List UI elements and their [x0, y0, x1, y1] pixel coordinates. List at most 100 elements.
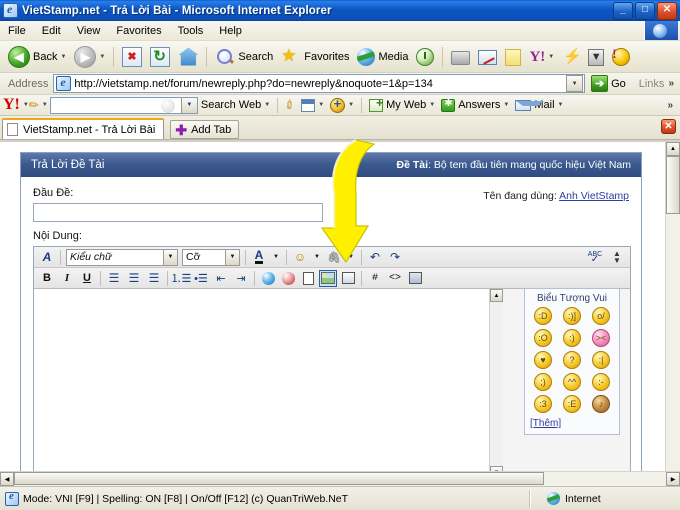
add-tab-button[interactable]: ✚ Add Tab [170, 120, 240, 139]
antispy-button[interactable]: ▼ [327, 96, 357, 114]
yahoo-dropdown-icon[interactable]: ▼ [548, 54, 554, 60]
back-button[interactable]: ◀ Back ▼ [4, 44, 70, 70]
page-hscroll-track[interactable] [14, 472, 666, 486]
mail-button[interactable]: Mail ▼ [512, 98, 566, 112]
forward-dropdown-icon[interactable]: ▼ [99, 54, 105, 60]
page-vscroll-track[interactable] [666, 214, 680, 472]
unordered-list-button[interactable]: •☰ [192, 270, 210, 287]
smilie-smile[interactable]: :) [563, 329, 581, 347]
smilie-grin[interactable]: :3 [534, 395, 552, 413]
attachment-dropdown-icon[interactable]: ▼ [345, 249, 357, 266]
align-center-button[interactable]: ☰ [125, 270, 143, 287]
close-tab-button[interactable]: ✕ [661, 119, 676, 134]
maximize-button[interactable]: □ [635, 1, 655, 20]
smilies-more-link[interactable]: [Thêm] [530, 418, 561, 429]
font-color-icon[interactable]: A [250, 249, 268, 266]
smilie-confused[interactable]: ? [563, 351, 581, 369]
my-web-button[interactable]: My Web ▼ [366, 96, 438, 113]
menu-item-tools[interactable]: Tools [170, 23, 212, 39]
yahoo-button[interactable]: Y! ▼ [525, 44, 558, 70]
insert-html-button[interactable]: <> [386, 270, 404, 287]
smilie-lol[interactable]: :)] [563, 307, 581, 325]
highlighter-dropdown-icon[interactable]: ▼ [42, 102, 48, 108]
edit-button[interactable] [474, 44, 501, 70]
history-button[interactable] [412, 44, 438, 70]
wysiwyg-toggle-icon[interactable]: A [38, 249, 56, 266]
subject-input[interactable] [33, 203, 323, 222]
smilie-biggrin[interactable]: :D [534, 307, 552, 325]
links-overflow-icon[interactable]: » [668, 78, 678, 89]
tab-vietstamp[interactable]: VietStamp.net - Trả Lời Bài [2, 118, 165, 139]
remove-link-button[interactable] [279, 270, 297, 287]
back-dropdown-icon[interactable]: ▼ [60, 54, 66, 60]
underline-button[interactable]: U [78, 270, 96, 287]
smilie-dropdown-icon[interactable]: ▼ [311, 249, 323, 266]
undo-icon[interactable]: ↶ [366, 249, 384, 266]
page-scroll-right-button[interactable]: ▶ [666, 472, 680, 486]
page-hscroll-thumb[interactable] [14, 472, 544, 485]
yahoo-highlight-button[interactable]: ✐ [282, 96, 299, 113]
editor-vertical-scrollbar[interactable]: ▲ ▼ [489, 289, 503, 479]
editor-body[interactable] [34, 289, 489, 479]
smilie-pink[interactable]: >< [592, 329, 610, 347]
insert-link-button[interactable] [259, 270, 277, 287]
page-scroll-left-button[interactable]: ◀ [0, 472, 14, 486]
go-button[interactable]: ➔ Go [589, 74, 631, 93]
search-web-button[interactable]: Search Web ▼ [198, 98, 273, 112]
scroll-up-button[interactable]: ▲ [490, 289, 503, 302]
redo-icon[interactable]: ↷ [386, 249, 404, 266]
attachment-icon[interactable]: 🖇 [325, 249, 343, 266]
page-scroll-up-button[interactable]: ▲ [666, 142, 680, 156]
minimize-button[interactable]: _ [613, 1, 633, 20]
italic-button[interactable]: I [58, 270, 76, 287]
insert-email-button[interactable] [299, 270, 317, 287]
yahoo-search-input[interactable]: ▼ [49, 96, 198, 114]
antispy-dropdown-icon[interactable]: ▼ [348, 102, 354, 108]
links-label[interactable]: Links [631, 78, 669, 90]
smilie-blush[interactable]: ^^ [563, 373, 581, 391]
yahoo-logo-icon[interactable]: Y! [3, 97, 20, 113]
print-button[interactable] [447, 44, 474, 70]
font-size-select[interactable]: Cỡ ▼ [182, 248, 240, 266]
smilie-wink[interactable]: ;) [534, 373, 552, 391]
highlighter-pencil-icon[interactable]: ✎ [26, 96, 43, 113]
my-web-dropdown-icon[interactable]: ▼ [429, 102, 435, 108]
align-left-button[interactable]: ☰ [105, 270, 123, 287]
menu-item-favorites[interactable]: Favorites [108, 23, 169, 39]
smilie-plain[interactable]: :- [592, 373, 610, 391]
ordered-list-button[interactable]: ⒈☰ [171, 270, 192, 287]
refresh-button[interactable] [146, 44, 174, 70]
address-history-dropdown-icon[interactable]: ▼ [566, 75, 584, 92]
smilie-teeth[interactable]: :E [563, 395, 581, 413]
answers-dropdown-icon[interactable]: ▼ [503, 102, 509, 108]
close-button[interactable]: ✕ [657, 1, 677, 20]
insert-video-button[interactable] [339, 270, 357, 287]
smilie-surprised[interactable]: :O [534, 329, 552, 347]
indent-button[interactable]: ⇥ [232, 270, 250, 287]
search-button[interactable]: Search [211, 44, 277, 70]
smilie-love[interactable]: ♥ [534, 351, 552, 369]
menu-item-edit[interactable]: Edit [34, 23, 69, 39]
menu-item-help[interactable]: Help [211, 23, 250, 39]
page-vscroll-thumb[interactable] [666, 156, 680, 214]
font-family-select[interactable]: Kiểu chữ ▼ [66, 248, 178, 266]
font-color-dropdown-icon[interactable]: ▼ [270, 249, 282, 266]
spellcheck-icon[interactable]: ABC ✓ [584, 249, 606, 266]
answers-button[interactable]: Answers ▼ [438, 98, 512, 113]
smilie-party[interactable]: ♪ [592, 395, 610, 413]
popup-blocker-dropdown-icon[interactable]: ▼ [318, 102, 324, 108]
notes-button[interactable] [501, 44, 525, 70]
mail-dropdown-icon[interactable]: ▼ [558, 102, 564, 108]
insert-quote-button[interactable] [406, 270, 424, 287]
yahoo-search-dropdown-icon[interactable]: ▼ [180, 97, 197, 113]
yahoo-overflow-icon[interactable]: » [667, 100, 677, 111]
media-button[interactable]: Media [353, 44, 412, 70]
stop-button[interactable] [118, 44, 146, 70]
smilie-wave[interactable]: o/ [592, 307, 610, 325]
page-vertical-scrollbar[interactable]: ▲ ▼ [665, 142, 680, 486]
username-link[interactable]: Anh VietStamp [559, 190, 629, 202]
download-button[interactable]: ▼ [584, 44, 608, 70]
popup-blocker-button[interactable]: ▼ [298, 98, 327, 113]
align-right-button[interactable]: ☰ [145, 270, 163, 287]
insert-image-button[interactable] [319, 269, 337, 287]
